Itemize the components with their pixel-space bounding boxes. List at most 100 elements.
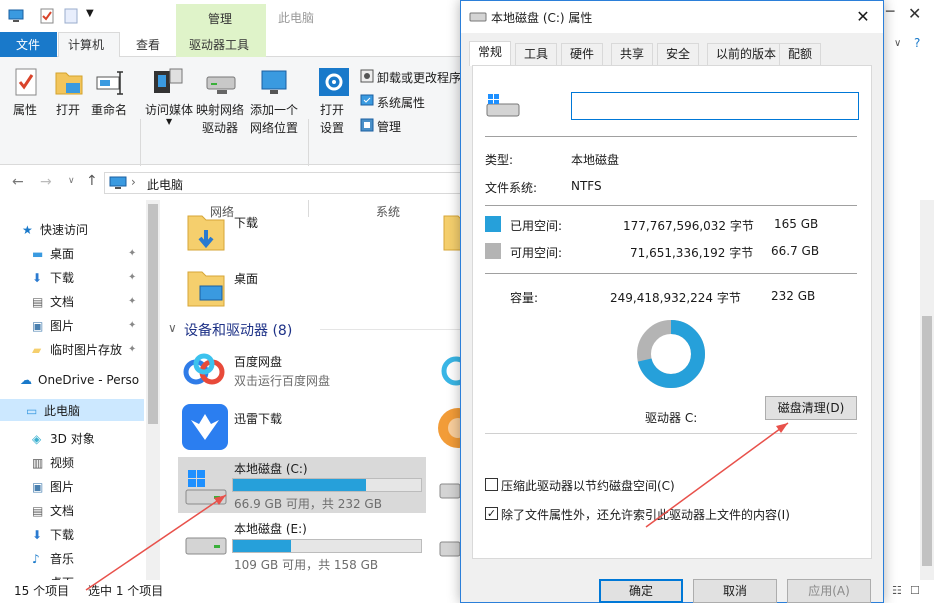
drive-name-input[interactable] — [571, 92, 859, 120]
app-name[interactable]: 迅雷下载 — [234, 410, 282, 427]
tab-file[interactable]: 文件 — [0, 32, 57, 57]
folder-name[interactable]: 下载 — [234, 214, 258, 231]
uninstall-program-icon[interactable] — [360, 69, 374, 83]
properties-icon[interactable] — [14, 67, 38, 97]
open-settings-button[interactable]: 打开 设置 — [320, 101, 344, 137]
sidebar-item[interactable]: ▥ 视频 — [32, 452, 74, 474]
pin-icon[interactable]: ✦ — [128, 320, 136, 331]
add-network-location-icon[interactable] — [258, 69, 292, 97]
breadcrumb-this-pc[interactable]: 此电脑 — [147, 176, 183, 193]
sidebar-item[interactable]: ▤ 文档 — [32, 500, 74, 522]
properties-button[interactable]: 属性 — [13, 101, 37, 118]
xunlei-icon[interactable] — [182, 404, 228, 450]
access-media-dropdown-icon[interactable]: ▼ — [166, 117, 172, 126]
manage-icon[interactable] — [360, 118, 374, 132]
dialog-tab[interactable]: 配额 — [779, 43, 822, 65]
index-checkbox[interactable]: ✓ — [485, 507, 498, 520]
computer-icon[interactable] — [8, 9, 24, 23]
cloud-app-icon[interactable] — [440, 355, 460, 387]
downloads-folder-icon[interactable] — [186, 210, 226, 252]
drive-e-icon[interactable] — [182, 530, 228, 560]
dialog-tab[interactable]: 工具 — [515, 43, 558, 65]
selected-count: 选中 1 个项目 — [88, 584, 164, 598]
content-scrollbar-thumb[interactable] — [922, 316, 932, 566]
open-folder-icon[interactable] — [54, 67, 84, 97]
devices-section-header[interactable]: 设备和驱动器 (8) — [184, 320, 292, 340]
windows-drive-icon[interactable] — [182, 468, 228, 508]
desktop-folder-icon[interactable] — [186, 266, 226, 308]
quick-access-dropdown-icon[interactable]: ▼ — [86, 8, 94, 19]
map-network-drive-button[interactable]: 映射网络 驱动器 — [196, 101, 244, 137]
drive-c-name[interactable]: 本地磁盘 (C:) — [234, 460, 308, 477]
folder-name[interactable]: 桌面 — [234, 270, 258, 287]
baidu-netdisk-icon[interactable] — [182, 350, 226, 390]
sidebar-item[interactable]: ▭ 此电脑 — [26, 400, 80, 422]
sidebar-item[interactable]: ▰ 临时图片存放 — [32, 339, 122, 361]
details-view-icon[interactable]: ☷ — [892, 584, 902, 597]
drive-icon[interactable] — [438, 538, 460, 560]
sidebar-item[interactable]: ♪ 音乐 — [32, 548, 74, 570]
compress-label[interactable]: 压缩此驱动器以节约磁盘空间(C) — [501, 477, 675, 494]
pin-icon[interactable]: ✦ — [128, 296, 136, 307]
pin-icon[interactable]: ✦ — [128, 272, 136, 283]
sidebar-item[interactable]: ▣ 图片 — [32, 315, 74, 337]
recent-dropdown-icon[interactable]: ∨ — [68, 176, 75, 186]
apply-button[interactable]: 应用(A) — [787, 579, 871, 603]
sidebar-item[interactable]: ☁ OneDrive - Perso — [20, 369, 139, 391]
app-name[interactable]: 百度网盘 — [234, 353, 282, 370]
dialog-tab[interactable]: 共享 — [611, 43, 654, 65]
collapse-chevron-icon[interactable]: ∨ — [168, 321, 177, 335]
nav-scrollbar-thumb[interactable] — [148, 204, 158, 424]
drive-icon[interactable] — [438, 480, 460, 502]
breadcrumb-chevron-icon[interactable]: › — [131, 175, 136, 189]
cancel-button[interactable]: 取消 — [693, 579, 777, 603]
access-media-icon[interactable] — [152, 67, 184, 97]
ribbon-collapse-icon[interactable]: ∨ — [894, 38, 901, 49]
dialog-close-icon[interactable]: ✕ — [853, 7, 873, 27]
settings-gear-icon[interactable] — [318, 67, 350, 97]
add-network-location-button[interactable]: 添加一个 网络位置 — [250, 101, 298, 137]
map-network-drive-icon[interactable] — [205, 71, 239, 95]
dialog-tab[interactable]: 常规 — [469, 41, 512, 66]
pin-icon[interactable]: ✦ — [128, 344, 136, 355]
forward-arrow-icon[interactable]: → — [40, 174, 52, 190]
large-icons-view-icon[interactable]: ☐ — [910, 584, 920, 597]
system-properties-icon[interactable] — [360, 94, 374, 108]
sidebar-item[interactable]: ⬇ 下载 — [32, 267, 74, 289]
up-arrow-icon[interactable]: ↑ — [86, 173, 98, 189]
sidebar-item[interactable]: ▣ 图片 — [32, 476, 74, 498]
rename-button[interactable]: 重命名 — [91, 101, 127, 118]
pin-icon[interactable]: ✦ — [128, 248, 136, 259]
back-arrow-icon[interactable]: ← — [12, 174, 24, 190]
minimize-icon[interactable]: ─ — [886, 4, 894, 20]
sidebar-item[interactable]: ⬇ 下载 — [32, 524, 74, 546]
sidebar-item[interactable]: ▤ 文档 — [32, 291, 74, 313]
index-label[interactable]: 除了文件属性外，还允许索引此驱动器上文件的内容(I) — [501, 506, 790, 523]
sidebar-item[interactable]: ▬ 桌面 — [32, 243, 74, 265]
dialog-tab[interactable]: 以前的版本 — [707, 43, 786, 65]
dialog-tab[interactable]: 安全 — [657, 43, 700, 65]
dialog-tab[interactable]: 硬件 — [561, 43, 604, 65]
ok-button[interactable]: 确定 — [599, 579, 683, 603]
disk-cleanup-button[interactable]: 磁盘清理(D) — [765, 396, 857, 420]
tab-drive-tools-label[interactable]: 驱动器工具 — [189, 36, 249, 53]
tab-computer-label[interactable]: 计算机 — [68, 36, 104, 53]
orange-app-icon[interactable] — [436, 406, 460, 450]
sidebar-item[interactable]: ◈ 3D 对象 — [32, 428, 95, 450]
rename-icon[interactable] — [96, 69, 126, 95]
tab-view[interactable]: 查看 — [136, 36, 160, 53]
dialog-titlebar[interactable]: 本地磁盘 (C:) 属性 ✕ — [461, 1, 883, 33]
open-button[interactable]: 打开 — [56, 101, 80, 118]
manage-button[interactable]: 管理 — [377, 118, 401, 135]
folder-icon[interactable] — [442, 210, 462, 252]
system-properties-button[interactable]: 系统属性 — [377, 94, 425, 111]
drive-e-name[interactable]: 本地磁盘 (E:) — [234, 520, 307, 537]
help-icon[interactable]: ? — [914, 36, 920, 50]
access-media-button[interactable]: 访问媒体 — [145, 101, 193, 118]
sidebar-item[interactable]: ★ 快速访问 — [22, 219, 88, 241]
uninstall-program-button[interactable]: 卸载或更改程序 — [377, 69, 461, 86]
new-folder-quick-icon[interactable] — [64, 8, 78, 24]
properties-quick-icon[interactable] — [40, 8, 54, 24]
close-icon[interactable]: ✕ — [908, 4, 921, 23]
compress-checkbox[interactable] — [485, 478, 498, 491]
